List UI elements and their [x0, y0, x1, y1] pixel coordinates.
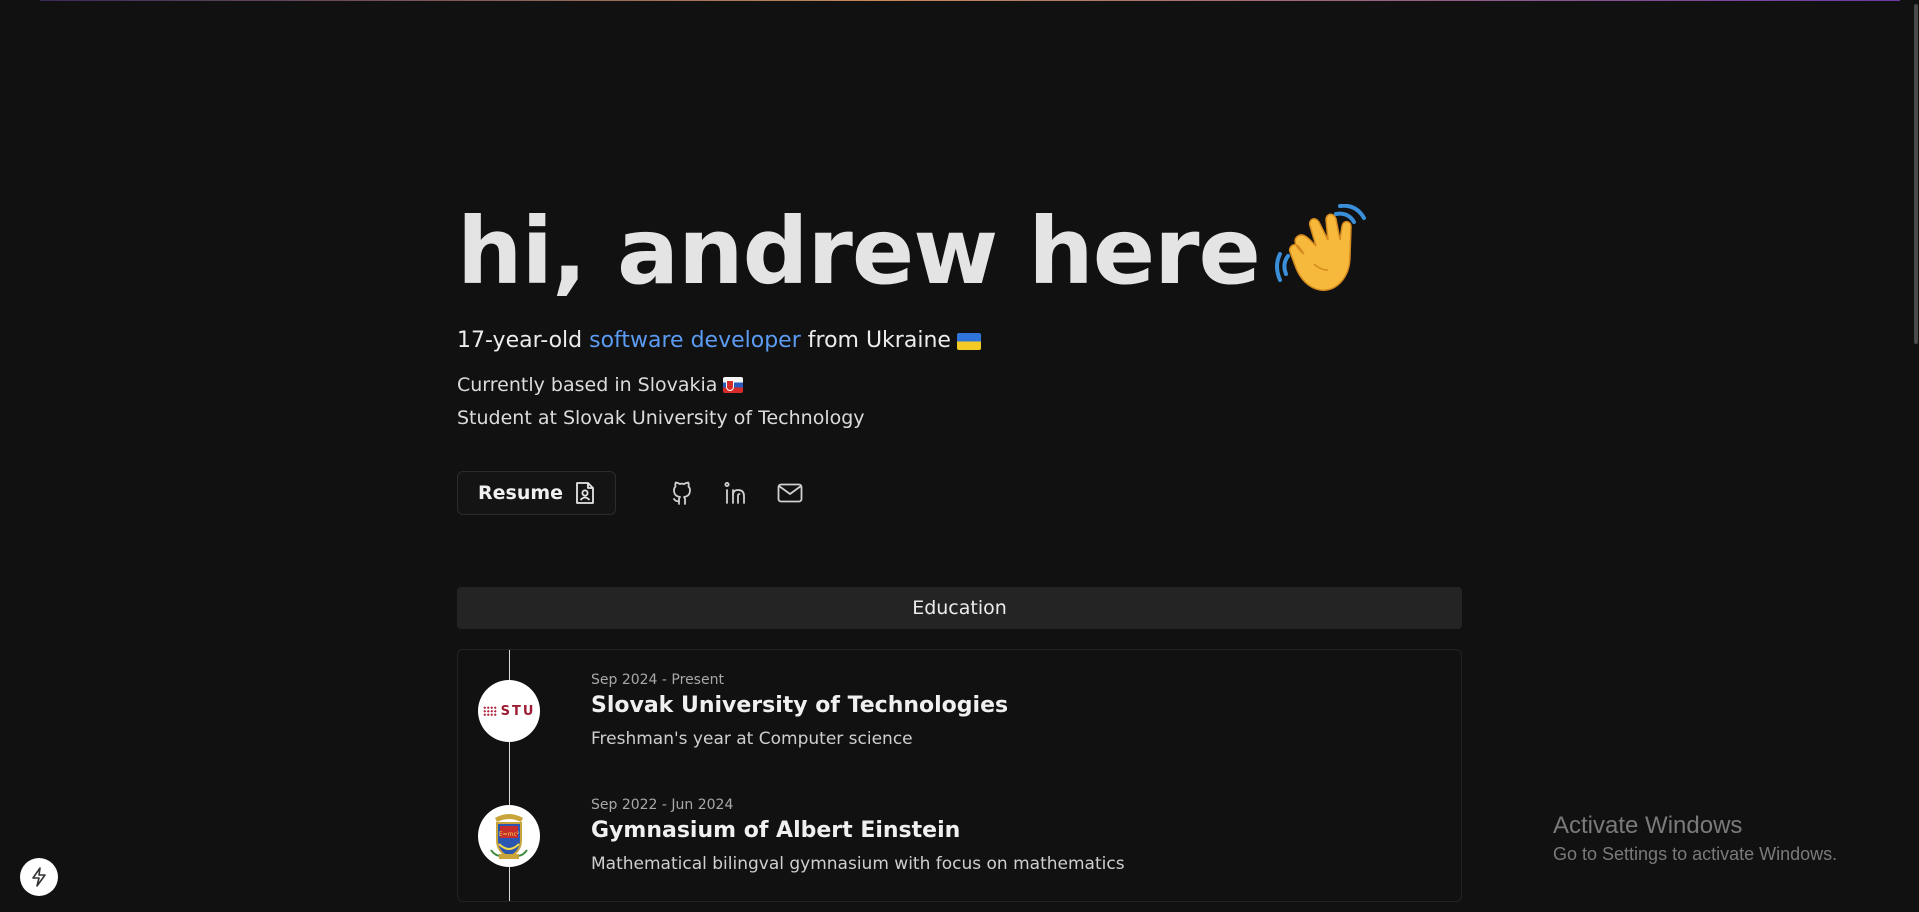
entry-date: Sep 2022 - Jun 2024 [591, 797, 734, 813]
slovakia-flag-icon [723, 377, 744, 393]
education-entry: STU Sep 2024 - Present Slovak University… [458, 672, 1461, 782]
location-text: Currently based in Slovakia [457, 374, 718, 396]
github-icon [673, 481, 691, 505]
waving-hand-icon [1274, 204, 1366, 291]
bolt-button[interactable] [20, 858, 58, 896]
top-accent-line [40, 0, 1900, 1]
resume-button[interactable]: Resume [457, 471, 617, 515]
hero-title-text: hi, andrew here [457, 198, 1261, 305]
education-timeline: STU Sep 2024 - Present Slovak University… [457, 649, 1462, 902]
entry-description: Freshman's year at Computer science [591, 729, 913, 749]
entry-title: Slovak University of Technologies [591, 693, 1009, 718]
resume-label: Resume [478, 482, 564, 504]
bolt-icon [32, 867, 46, 887]
school-text: Student at Slovak University of Technolo… [457, 407, 865, 429]
tagline-accent: software developer [589, 328, 801, 353]
entry-date: Sep 2024 - Present [591, 672, 724, 688]
school-line: Student at Slovak University of Technolo… [457, 405, 865, 431]
entry-title: Gymnasium of Albert Einstein [591, 818, 961, 843]
tagline-prefix: 17-year-old [457, 328, 583, 353]
email-link[interactable] [772, 475, 808, 511]
education-entry: E=mc² Sep 2022 - Jun 2024 Gymnasium of A… [458, 797, 1461, 901]
education-header[interactable]: Education [457, 587, 1462, 629]
windows-activation-watermark: Activate Windows Go to Settings to activ… [1553, 811, 1837, 867]
location-line: Currently based in Slovakia [457, 372, 744, 398]
stu-logo: STU [478, 680, 540, 742]
ukraine-flag-icon [956, 332, 981, 350]
tagline: 17-year-old software developer from Ukra… [457, 326, 981, 356]
github-link[interactable] [664, 475, 700, 511]
social-links [664, 475, 808, 511]
watermark-subtitle: Go to Settings to activate Windows. [1553, 844, 1838, 864]
hero-title: hi, andrew here [457, 202, 1370, 302]
education-header-label: Education [912, 597, 1007, 619]
file-user-icon [576, 482, 594, 504]
school-crest-icon: E=mc² [490, 814, 528, 859]
scrollbar-thumb[interactable] [1914, 4, 1918, 344]
mail-icon [777, 483, 803, 503]
actions-row: Resume [457, 471, 808, 515]
entry-description: Mathematical bilingval gymnasium with fo… [591, 854, 1125, 874]
watermark-title: Activate Windows [1553, 812, 1743, 839]
svg-text:E=mc²: E=mc² [499, 831, 520, 838]
linkedin-link[interactable] [718, 475, 754, 511]
gymnasium-logo: E=mc² [478, 805, 540, 867]
scrollbar[interactable] [1912, 0, 1919, 912]
tagline-suffix: from Ukraine [807, 328, 951, 353]
stu-logo-text: STU [500, 703, 536, 719]
stu-dots-icon [482, 705, 497, 717]
linkedin-icon [724, 481, 745, 504]
